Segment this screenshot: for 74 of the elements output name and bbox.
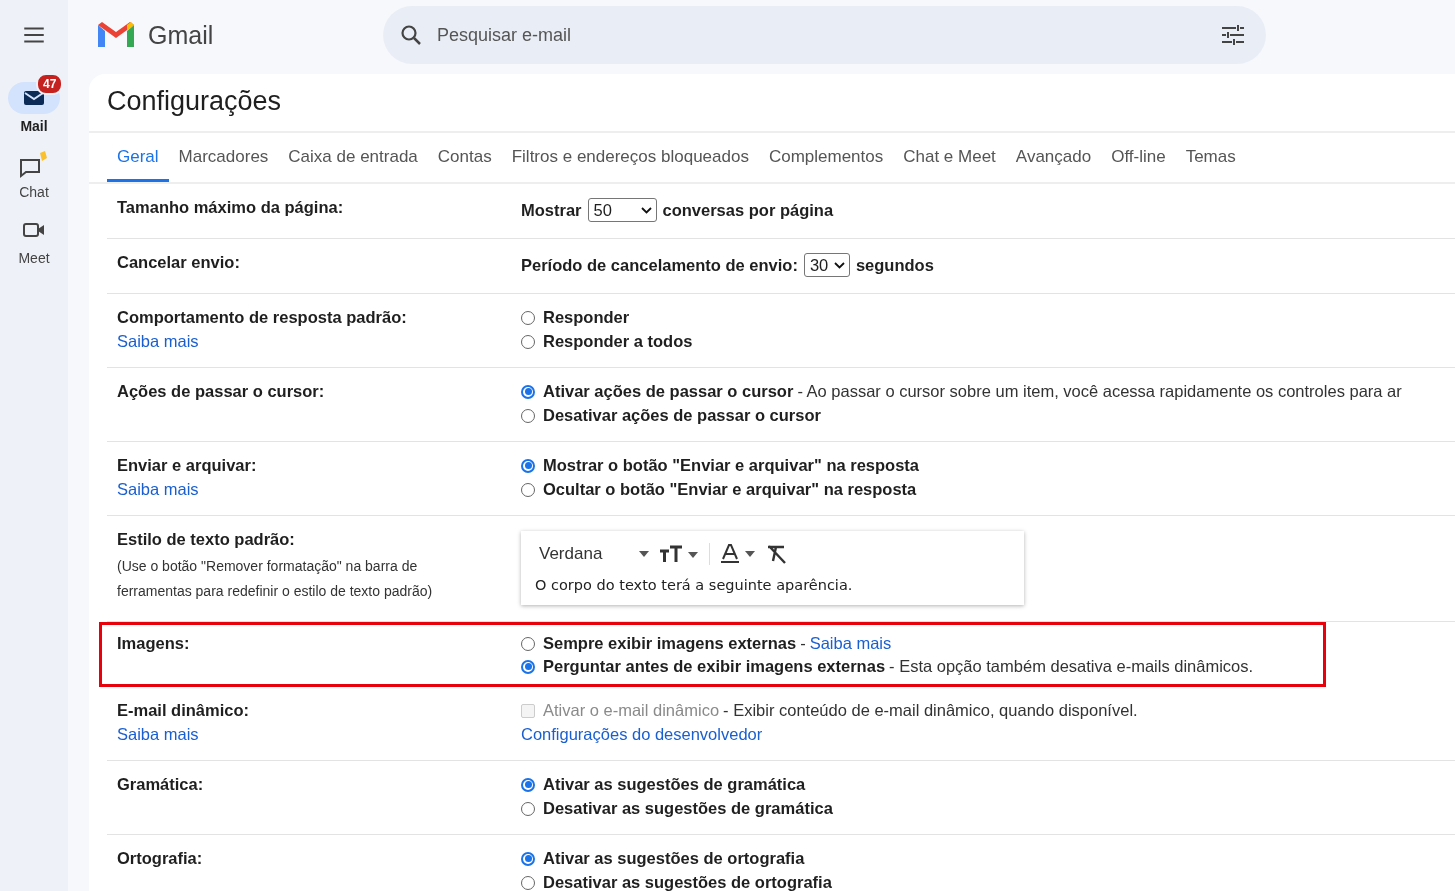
option-label[interactable]: Desativar as sugestões de gramática bbox=[543, 799, 833, 818]
learn-more-link[interactable]: Saiba mais bbox=[117, 725, 521, 744]
option-description: - Ao passar o cursor sobre um item, você acessa rapidamente os controles para ar bbox=[797, 382, 1402, 401]
page-title: Configurações bbox=[89, 74, 1455, 133]
setting-label: Imagens: bbox=[117, 634, 191, 653]
unread-badge: 47 bbox=[36, 73, 64, 95]
settings-tab[interactable]: Complementos bbox=[758, 133, 894, 182]
radio-button[interactable] bbox=[521, 777, 535, 792]
envelope-logo-icon[interactable] bbox=[96, 21, 136, 49]
radio-button[interactable] bbox=[521, 384, 535, 399]
remove-formatting-icon[interactable] bbox=[766, 544, 788, 564]
settings-tab[interactable]: Marcadores bbox=[168, 133, 279, 182]
option-description: - bbox=[800, 634, 806, 653]
learn-more-link[interactable]: Saiba mais bbox=[117, 332, 521, 351]
option-label[interactable]: Perguntar antes de exibir imagens externas bbox=[543, 657, 886, 676]
text-preview: O corpo do texto terá a seguinte aparência. bbox=[535, 577, 854, 593]
select-prefix: Mostrar bbox=[521, 200, 582, 220]
setting-label: Tamanho máximo da página: bbox=[117, 198, 345, 217]
option-label[interactable]: Responder bbox=[543, 308, 630, 327]
settings-tab[interactable]: Caixa de entrada bbox=[278, 133, 428, 182]
settings-tab[interactable]: Temas bbox=[1175, 133, 1246, 182]
setting-label: Cancelar envio: bbox=[117, 253, 241, 272]
settings-tab[interactable]: Filtros e endereços bloqueados bbox=[501, 133, 759, 182]
radio-button[interactable] bbox=[521, 659, 535, 674]
option-label[interactable]: Mostrar o botão "Enviar e arquivar" na resposta bbox=[543, 456, 919, 475]
setting-label: E-mail dinâmico: bbox=[117, 701, 251, 720]
developer-settings-link[interactable]: Configurações do desenvolvedor bbox=[521, 725, 1138, 744]
option-label[interactable]: Ocultar o botão "Enviar e arquivar" na resposta bbox=[543, 480, 917, 499]
option-label[interactable]: Responder a todos bbox=[543, 332, 693, 351]
font-size-icon[interactable] bbox=[659, 544, 699, 564]
option-label[interactable]: Sempre exibir imagens externas bbox=[543, 634, 797, 653]
radio-button[interactable] bbox=[521, 458, 535, 473]
dropdown-select[interactable]: 30 bbox=[803, 253, 850, 277]
option-description: - Exibir conteúdo de e-mail dinâmico, quando disponível. bbox=[723, 701, 1138, 720]
search-field[interactable]: Pesquisar e-mail bbox=[435, 23, 1208, 47]
search-icon[interactable] bbox=[399, 23, 423, 47]
caret-icon[interactable] bbox=[639, 551, 649, 557]
envelope-icon bbox=[23, 89, 45, 107]
nav-label[interactable]: Chat bbox=[19, 184, 49, 200]
text-color-icon[interactable] bbox=[709, 543, 756, 565]
setting-note: (Use o botão "Remover formatação" na barra de ferramentas para redefinir o estilo de texto padrão) bbox=[117, 557, 434, 601]
setting-label: Ações de passar o cursor: bbox=[117, 382, 326, 401]
nav-label[interactable]: Mail bbox=[20, 118, 48, 134]
settings-tab[interactable]: Chat e Meet bbox=[893, 133, 1006, 182]
setting-label: Ortografia: bbox=[117, 849, 204, 868]
option-label[interactable]: Ativar as sugestões de gramática bbox=[543, 775, 806, 794]
option-label[interactable]: Ativar as sugestões de ortografia bbox=[543, 849, 805, 868]
select-suffix: conversas por página bbox=[662, 200, 834, 220]
app-name: Gmail bbox=[148, 20, 214, 50]
settings-tab[interactable]: Avançado bbox=[1005, 133, 1102, 182]
option-label[interactable]: Ativar ações de passar o cursor bbox=[543, 382, 794, 401]
setting-label: Comportamento de resposta padrão: bbox=[117, 308, 408, 327]
select-prefix: Período de cancelamento de envio: bbox=[521, 255, 798, 275]
settings-tab[interactable]: Geral bbox=[107, 133, 169, 182]
chevron-icon[interactable] bbox=[640, 206, 652, 214]
option-description: - Esta opção também desativa e-mails dinâmicos. bbox=[889, 657, 1254, 676]
font-dropdown[interactable]: Verdana bbox=[535, 544, 649, 564]
option-label[interactable]: Desativar as sugestões de ortografia bbox=[543, 873, 832, 891]
chevron-icon[interactable] bbox=[833, 261, 845, 269]
nav-label[interactable]: Meet bbox=[18, 250, 50, 266]
learn-more-link[interactable]: Saiba mais bbox=[809, 634, 892, 653]
settings-tab[interactable]: Contas bbox=[427, 133, 502, 182]
learn-more-link[interactable]: Saiba mais bbox=[117, 480, 521, 499]
setting-label: Enviar e arquivar: bbox=[117, 456, 258, 475]
dropdown-select[interactable]: 50 bbox=[587, 198, 657, 222]
video-camera-icon bbox=[22, 220, 46, 240]
select-suffix: segundos bbox=[855, 255, 934, 275]
settings-tab[interactable]: Off-line bbox=[1101, 133, 1176, 182]
setting-label: Gramática: bbox=[117, 775, 205, 794]
search-bar[interactable]: Pesquisar e-mail bbox=[383, 6, 1266, 64]
filter-sliders-icon[interactable] bbox=[1220, 23, 1246, 47]
radio-button[interactable] bbox=[521, 851, 535, 866]
setting-label: Estilo de texto padrão: bbox=[117, 530, 296, 549]
option-label[interactable]: Desativar ações de passar o cursor bbox=[543, 406, 821, 425]
